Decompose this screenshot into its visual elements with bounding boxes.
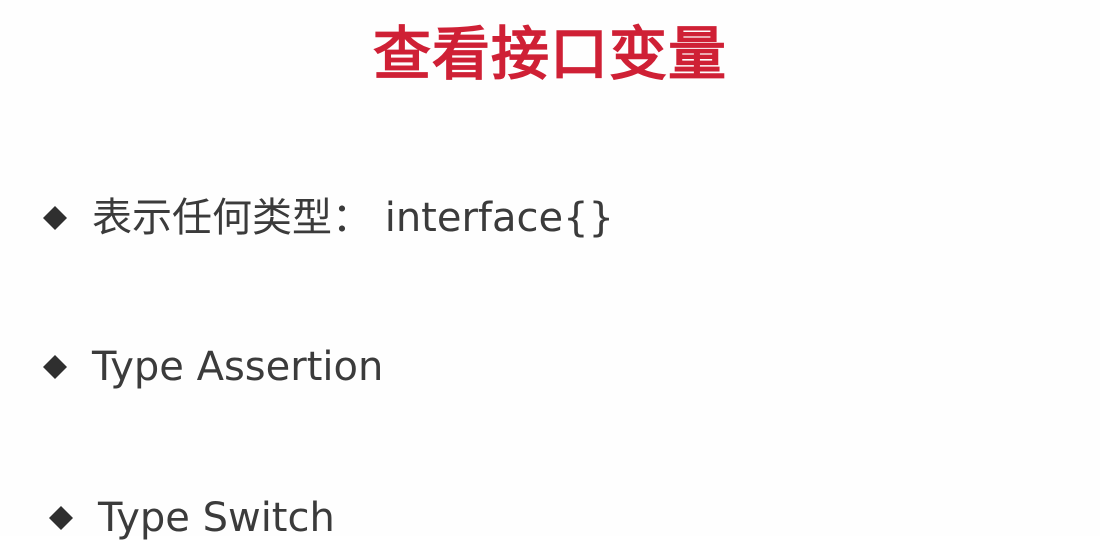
bullet-item-interface: 表示任何类型： interface{} [42, 193, 614, 243]
diamond-bullet-icon [42, 205, 68, 231]
slide-title: 查看接口变量 [372, 20, 727, 88]
bullet-item-type-assertion: Type Assertion [42, 342, 383, 392]
diamond-bullet-icon [42, 354, 68, 380]
diamond-bullet-icon [48, 505, 74, 531]
bullet-text: Type Assertion [92, 344, 384, 390]
bullet-text: 表示任何类型： interface{} [92, 195, 615, 241]
slide: 查看接口变量 表示任何类型： interface{} Type Assertio… [0, 0, 1100, 541]
